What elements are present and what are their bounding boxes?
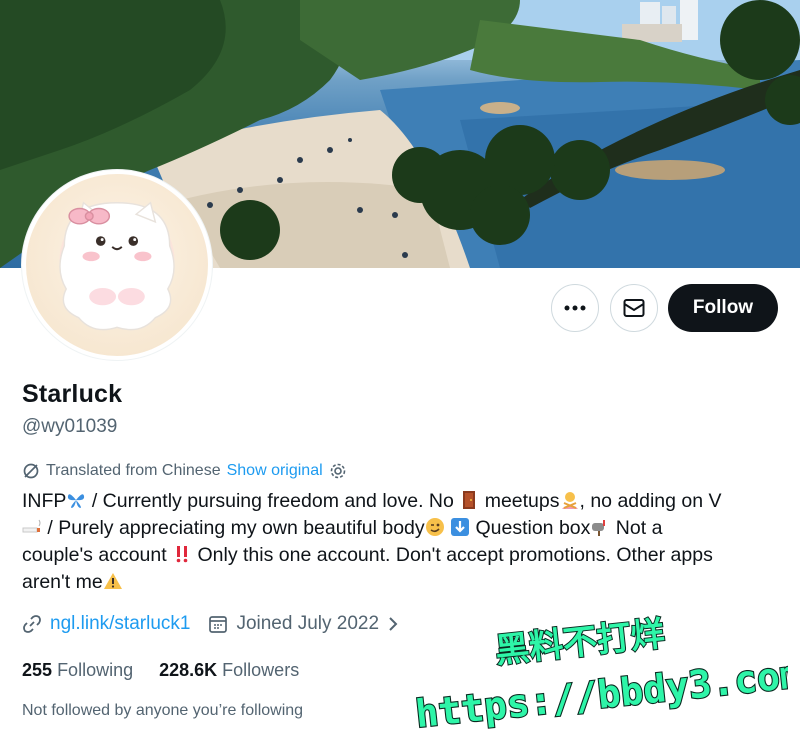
avatar-image xyxy=(26,174,208,356)
bio-text: / Currently pursuing freedom and love. N… xyxy=(86,490,460,512)
avatar[interactable] xyxy=(22,170,212,360)
bio-text: Only this one account. Don't accept prom… xyxy=(192,544,713,566)
bio-text: meetups xyxy=(479,490,560,512)
bio-text: couple's account xyxy=(22,544,173,566)
double-exclamation-icon xyxy=(176,546,188,563)
followers-count: 228.6K xyxy=(159,660,218,680)
gear-icon[interactable] xyxy=(329,462,347,480)
watermark-line-1: 黑料不打烊 xyxy=(493,614,666,672)
not-followed-note: Not followed by anyone you’re following xyxy=(22,702,304,719)
bio-line-2: / Purely appreciating my own beautiful b… xyxy=(22,515,782,542)
bio-line-3: couple's account Only this one account. … xyxy=(22,542,782,569)
translate-icon xyxy=(23,463,39,479)
bio-line-1: INFP / Currently pursuing freedom and lo… xyxy=(22,488,782,515)
profile-name: Starluck xyxy=(22,380,123,408)
calendar-icon xyxy=(209,616,228,633)
winking-face-icon xyxy=(425,518,444,536)
followers-stat[interactable]: 228.6K Followers xyxy=(159,660,299,681)
profile-url-link[interactable]: ngl.link/starluck1 xyxy=(50,613,190,635)
watermark: 黑料不打烊 https://bbdy3.com xyxy=(412,613,788,730)
follow-button[interactable]: Follow xyxy=(668,284,778,332)
translation-bar: Translated from Chinese Show original xyxy=(22,462,347,480)
translated-label: Translated from Chinese xyxy=(46,462,221,479)
profile-bio: INFP / Currently pursuing freedom and lo… xyxy=(22,488,782,596)
following-count: 255 xyxy=(22,660,53,680)
following-label: Following xyxy=(57,660,134,680)
warning-icon xyxy=(103,573,122,589)
followers-label: Followers xyxy=(222,660,300,680)
bio-text: , no adding on V xyxy=(579,490,722,512)
show-original-link[interactable]: Show original xyxy=(227,462,323,480)
down-arrow-icon xyxy=(451,518,470,536)
profile-handle: @wy01039 xyxy=(22,416,118,437)
follow-stats: 255 Following 228.6K Followers xyxy=(22,660,299,681)
bio-text: / Purely appreciating my own beautiful b… xyxy=(42,517,425,539)
link-icon xyxy=(23,615,41,633)
door-icon xyxy=(463,491,476,509)
chevron-right-icon[interactable] xyxy=(387,615,399,633)
watermark-line-2: https://bbdy3.com xyxy=(413,652,788,730)
person-gesturing-no-icon xyxy=(561,492,578,509)
following-stat[interactable]: 255 Following xyxy=(22,660,133,681)
bio-line-4: aren't me xyxy=(22,569,782,596)
envelope-icon xyxy=(623,299,645,317)
message-button[interactable] xyxy=(610,284,658,332)
profile-meta: ngl.link/starluck1 Joined July 2022 xyxy=(22,613,399,635)
bio-text: Not a xyxy=(610,517,663,539)
mailbox-icon xyxy=(592,520,606,536)
joined-date: Joined July 2022 xyxy=(236,613,380,634)
ellipsis-icon xyxy=(564,305,586,311)
bio-text: aren't me xyxy=(22,571,103,593)
butterfly-icon xyxy=(68,494,85,508)
more-button[interactable] xyxy=(551,284,599,332)
cigarette-icon xyxy=(22,519,41,533)
bio-text: Question box xyxy=(470,517,591,539)
bio-text: INFP xyxy=(22,490,67,512)
